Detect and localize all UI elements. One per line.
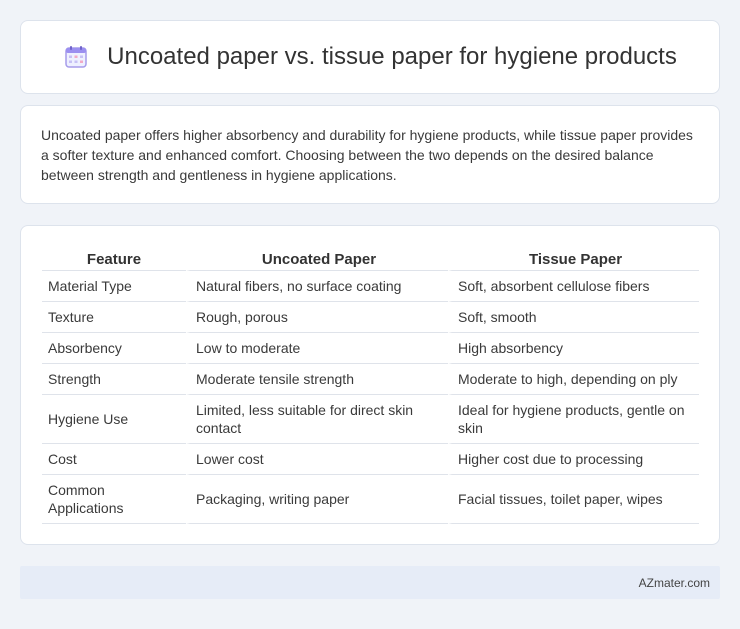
uncoated-paper-cell: Natural fibers, no surface coating [186,271,448,302]
summary-card: Uncoated paper offers higher absorbency … [20,105,720,204]
tissue-paper-cell: Facial tissues, toilet paper, wipes [448,475,699,524]
feature-cell: Strength [42,364,186,395]
feature-cell: Absorbency [42,333,186,364]
tissue-paper-cell: Ideal for hygiene products, gentle on sk… [448,395,699,444]
table-row: Texture Rough, porous Soft, smooth [42,302,699,333]
tissue-paper-cell: Soft, smooth [448,302,699,333]
tissue-paper-cell: High absorbency [448,333,699,364]
feature-cell: Common Applications [42,475,186,524]
uncoated-paper-cell: Moderate tensile strength [186,364,448,395]
title-card: Uncoated paper vs. tissue paper for hygi… [20,20,720,94]
tissue-paper-cell: Soft, absorbent cellulose fibers [448,271,699,302]
feature-cell: Material Type [42,271,186,302]
footer-bar: AZmater.com [20,566,720,599]
summary-text: Uncoated paper offers higher absorbency … [41,127,693,183]
page-title: Uncoated paper vs. tissue paper for hygi… [107,43,677,70]
calendar-icon [63,44,89,70]
comparison-table: Feature Uncoated Paper Tissue Paper Mate… [42,244,699,524]
table-row: Strength Moderate tensile strength Moder… [42,364,699,395]
tissue-paper-cell: Moderate to high, depending on ply [448,364,699,395]
feature-cell: Cost [42,444,186,475]
table-header-row: Feature Uncoated Paper Tissue Paper [42,244,699,271]
uncoated-paper-cell: Lower cost [186,444,448,475]
footer-site-name: AZmater.com [638,575,710,590]
feature-cell: Hygiene Use [42,395,186,444]
uncoated-paper-cell: Rough, porous [186,302,448,333]
comparison-table-card: Feature Uncoated Paper Tissue Paper Mate… [20,225,720,545]
table-row: Hygiene Use Limited, less suitable for d… [42,395,699,444]
tissue-paper-cell: Higher cost due to processing [448,444,699,475]
column-header-tissue-paper: Tissue Paper [448,244,699,271]
table-row: Absorbency Low to moderate High absorben… [42,333,699,364]
table-row: Material Type Natural fibers, no surface… [42,271,699,302]
title-wrap: Uncoated paper vs. tissue paper for hygi… [63,43,677,71]
uncoated-paper-cell: Low to moderate [186,333,448,364]
uncoated-paper-cell: Limited, less suitable for direct skin c… [186,395,448,444]
column-header-uncoated-paper: Uncoated Paper [186,244,448,271]
table-row: Common Applications Packaging, writing p… [42,475,699,524]
table-row: Cost Lower cost Higher cost due to proce… [42,444,699,475]
feature-cell: Texture [42,302,186,333]
column-header-feature: Feature [42,244,186,271]
uncoated-paper-cell: Packaging, writing paper [186,475,448,524]
